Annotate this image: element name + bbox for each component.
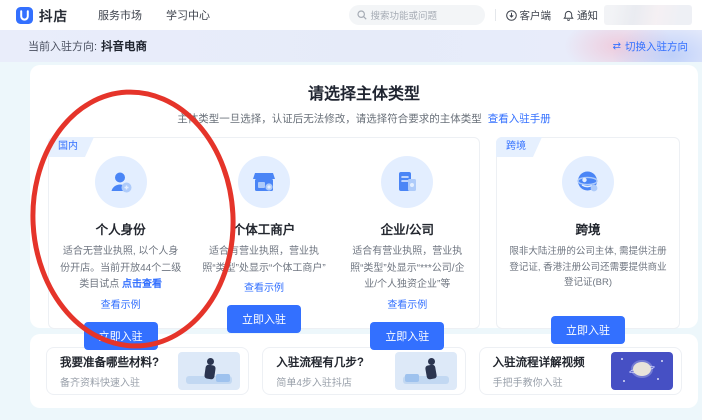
entry-manual-link[interactable]: 查看入驻手册 xyxy=(488,113,551,125)
card-description: 适合有营业执照，营业执照“类型”处显示“个体工商户” xyxy=(202,244,325,277)
card-personal-identity: 个人身份 适合无营业执照, 以个人身份开店。当前开放44个二级类目试点 点击查看… xyxy=(49,138,192,328)
info-card-text: 入驻流程详解视频 手把手教你入驻 xyxy=(493,354,585,389)
switch-entry-direction-label: 切换入驻方向 xyxy=(625,39,688,54)
nav-item-service-market[interactable]: 服务市场 xyxy=(98,7,142,23)
switch-arrows-icon: ⇄ xyxy=(613,41,621,52)
view-example-link[interactable]: 查看示例 xyxy=(387,296,427,311)
entry-direction-value: 抖音电商 xyxy=(101,38,147,54)
info-card-title: 入驻流程有几步? xyxy=(276,354,364,370)
domestic-group: 国内 个人身份 适合无营业执照, 以个人身份开店。当前开放44个二级类目试点 点… xyxy=(48,137,480,329)
info-card-title: 入驻流程详解视频 xyxy=(493,354,585,370)
search-icon xyxy=(357,10,367,20)
info-card-process-steps[interactable]: 入驻流程有几步? 简单4步入驻抖店 xyxy=(262,347,465,395)
app-name: 抖店 xyxy=(39,5,68,25)
card-title: 个人身份 xyxy=(96,219,146,238)
view-example-link[interactable]: 查看示例 xyxy=(101,296,141,311)
page-subtitle: 主体类型一旦选择，认证后无法修改，请选择符合要求的主体类型查看入驻手册 xyxy=(48,111,680,126)
bell-icon xyxy=(563,10,574,21)
header-nav: 服务市场 学习中心 xyxy=(98,7,210,23)
enter-now-button-personal[interactable]: 立即入驻 xyxy=(84,322,158,350)
globe-icon xyxy=(562,156,614,208)
storefront-icon xyxy=(238,156,290,208)
enter-now-button-enterprise[interactable]: 立即入驻 xyxy=(370,322,444,350)
info-card-title: 我要准备哪些材料? xyxy=(60,354,159,370)
enter-now-button-cross-border[interactable]: 立即入驻 xyxy=(551,316,625,344)
info-card-materials[interactable]: 我要准备哪些材料? 备齐资料快速入驻 xyxy=(46,347,249,395)
card-title: 企业/公司 xyxy=(381,219,434,238)
card-description: 适合无营业执照, 以个人身份开店。当前开放44个二级类目试点 点击查看 xyxy=(59,244,182,294)
enter-now-button-individual[interactable]: 立即入驻 xyxy=(227,305,301,333)
info-card-text: 我要准备哪些材料? 备齐资料快速入驻 xyxy=(60,354,159,389)
client-label: 客户端 xyxy=(520,8,552,23)
cross-border-group: 跨境 跨境 限非大陆注册的公司主体, 需提供注册登记证, 香港注册公司还需要提供… xyxy=(496,137,680,329)
person-documents-illustration xyxy=(178,352,240,390)
view-example-link[interactable]: 查看示例 xyxy=(244,279,284,294)
card-enterprise-company: 企业/公司 适合有营业执照，营业执照“类型”处显示“***公司/企业/个人独资企… xyxy=(336,138,479,328)
download-client-icon xyxy=(506,10,517,21)
header-divider xyxy=(495,9,496,21)
notification-label: 通知 xyxy=(577,8,598,23)
video-thumbnail[interactable] xyxy=(611,352,673,390)
info-card-subtitle: 手把手教你入驻 xyxy=(493,374,585,389)
blurred-account-info xyxy=(604,5,692,25)
entry-direction-label: 当前入驻方向: xyxy=(28,38,97,54)
info-card-subtitle: 备齐资料快速入驻 xyxy=(60,374,159,389)
nav-item-learning-center[interactable]: 学习中心 xyxy=(166,7,210,23)
card-description: 限非大陆注册的公司主体, 需提供注册登记证, 香港注册公司还需要提供商业登记证(… xyxy=(507,244,669,291)
notification-button[interactable]: 通知 xyxy=(563,8,598,23)
card-title: 跨境 xyxy=(575,219,600,238)
subtitle-text: 主体类型一旦选择，认证后无法修改，请选择符合要求的主体类型 xyxy=(177,113,482,125)
click-to-view-link[interactable]: 点击查看 xyxy=(122,279,162,290)
switch-entry-direction-link[interactable]: ⇄ 切换入驻方向 xyxy=(613,39,688,54)
app-logo[interactable]: 抖店 xyxy=(16,5,68,25)
top-header: 抖店 服务市场 学习中心 搜索功能或问题 客户端 xyxy=(0,0,702,30)
info-card-video-tutorial[interactable]: 入驻流程详解视频 手把手教你入驻 xyxy=(479,347,682,395)
entity-groups: 国内 个人身份 适合无营业执照, 以个人身份开店。当前开放44个二级类目试点 点… xyxy=(48,137,680,329)
search-placeholder: 搜索功能或问题 xyxy=(371,8,438,22)
card-desc-text: 适合无营业执照, 以个人身份开店。当前开放44个二级类目试点 xyxy=(60,246,181,290)
page-title: 请选择主体类型 xyxy=(48,80,680,104)
info-card-subtitle: 简单4步入驻抖店 xyxy=(276,374,364,389)
card-cross-border: 跨境 限非大陆注册的公司主体, 需提供注册登记证, 香港注册公司还需要提供商业登… xyxy=(497,138,679,344)
card-individual-business: 个体工商户 适合有营业执照，营业执照“类型”处显示“个体工商户” 查看示例 立即… xyxy=(192,138,335,328)
client-download-button[interactable]: 客户端 xyxy=(506,8,552,23)
person-icon xyxy=(95,156,147,208)
doudian-logo-icon xyxy=(16,7,33,24)
card-description: 适合有营业执照，营业执照“类型”处显示“***公司/企业/个人独资企业”等 xyxy=(346,244,469,294)
company-icon xyxy=(381,156,433,208)
entry-direction-bar: 当前入驻方向: 抖音电商 ⇄ 切换入驻方向 xyxy=(0,30,702,62)
search-input[interactable]: 搜索功能或问题 xyxy=(349,5,485,25)
info-card-text: 入驻流程有几步? 简单4步入驻抖店 xyxy=(276,354,364,389)
entity-type-panel: 请选择主体类型 主体类型一旦选择，认证后无法修改，请选择符合要求的主体类型查看入… xyxy=(30,65,698,328)
person-steps-illustration xyxy=(395,352,457,390)
card-title: 个体工商户 xyxy=(233,219,296,238)
